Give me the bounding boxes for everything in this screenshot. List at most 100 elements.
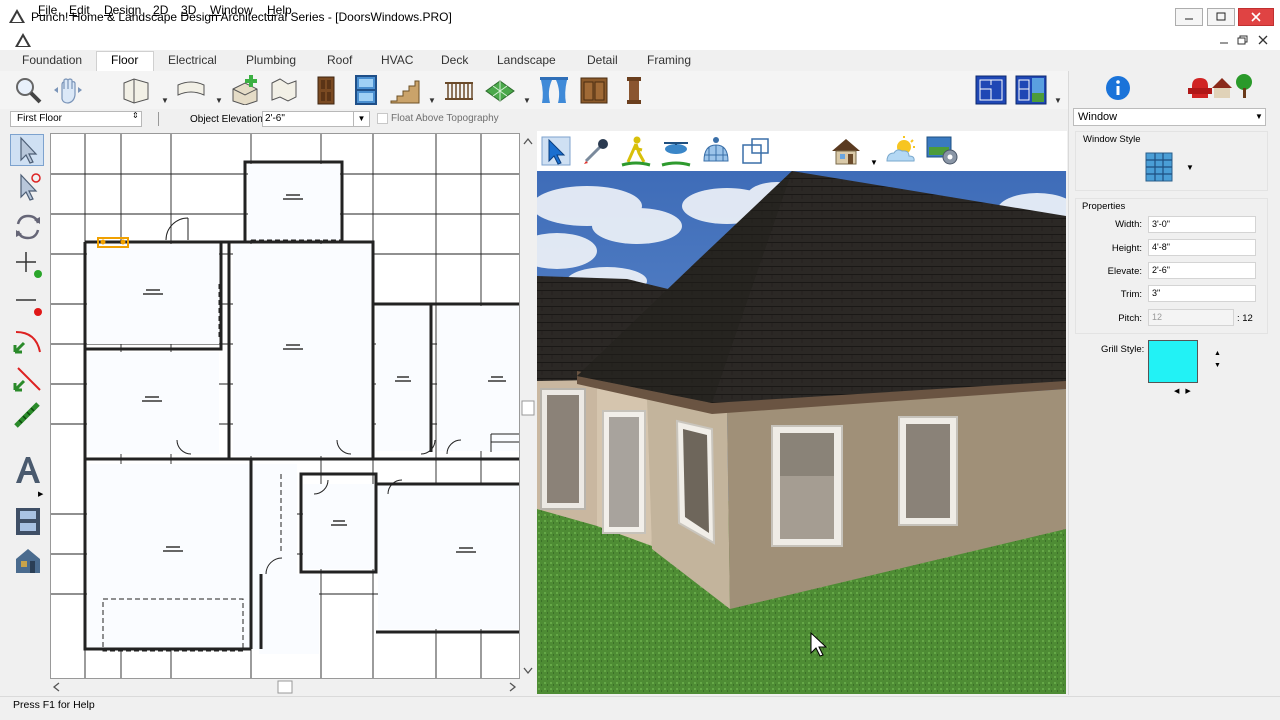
object-type-dropdown-icon[interactable]: ▼ bbox=[1255, 112, 1263, 121]
rotate-icon[interactable] bbox=[12, 212, 44, 242]
height-input[interactable]: 4'-8" bbox=[1148, 239, 1256, 256]
floor-pattern-icon[interactable] bbox=[484, 75, 516, 105]
cabinet-icon[interactable] bbox=[578, 75, 610, 105]
render-view-icon[interactable] bbox=[740, 135, 772, 167]
object-elevation-dropdown-icon[interactable]: ▼ bbox=[353, 112, 369, 126]
zoom-icon[interactable] bbox=[12, 75, 44, 105]
curtain-icon[interactable] bbox=[538, 75, 570, 105]
grill-style-arrows-icon[interactable]: ◀▶ bbox=[1174, 387, 1197, 395]
float-above-topography-checkbox[interactable] bbox=[377, 113, 388, 124]
room-icon[interactable] bbox=[229, 75, 261, 105]
menu-file[interactable]: File bbox=[38, 3, 57, 17]
door-icon[interactable] bbox=[310, 75, 342, 105]
split-view-icon[interactable] bbox=[1015, 75, 1047, 105]
house-view-dropdown-icon[interactable]: ▼ bbox=[870, 158, 878, 167]
menu-window[interactable]: Window bbox=[210, 3, 253, 17]
view-dropdown-icon[interactable]: ▼ bbox=[1054, 96, 1062, 105]
3d-house-render[interactable] bbox=[537, 171, 1066, 694]
dimension-tool-icon[interactable] bbox=[12, 400, 44, 430]
delete-point-icon[interactable] bbox=[12, 288, 44, 318]
tab-deck[interactable]: Deck bbox=[441, 53, 468, 67]
document-icon bbox=[15, 33, 31, 47]
add-point-icon[interactable] bbox=[12, 250, 44, 280]
tab-foundation[interactable]: Foundation bbox=[22, 53, 82, 67]
select-arrow-icon[interactable] bbox=[12, 135, 44, 165]
pan-icon[interactable] bbox=[52, 75, 84, 105]
grill-style-label: Grill Style: bbox=[1101, 344, 1145, 355]
tab-landscape[interactable]: Landscape bbox=[497, 53, 556, 67]
floor-plan-view[interactable] bbox=[50, 133, 520, 679]
close-icon bbox=[1251, 12, 1261, 22]
select-multiple-icon[interactable] bbox=[12, 172, 44, 202]
arc-tool-icon[interactable] bbox=[12, 326, 44, 356]
curved-wall-dropdown-icon[interactable]: ▼ bbox=[215, 96, 223, 105]
window-style-dropdown-icon[interactable]: ▼ bbox=[1186, 163, 1194, 172]
tab-hvac[interactable]: HVAC bbox=[381, 53, 413, 67]
plan-view-icon[interactable] bbox=[975, 75, 1007, 105]
furniture-library-icon[interactable] bbox=[1186, 72, 1256, 100]
object-type-select[interactable]: Window bbox=[1073, 108, 1266, 126]
stairs-dropdown-icon[interactable]: ▼ bbox=[428, 96, 436, 105]
floor-pattern-dropdown-icon[interactable]: ▼ bbox=[523, 96, 531, 105]
elevate-value: 2'-6" bbox=[1152, 265, 1170, 275]
width-input[interactable]: 3'-0" bbox=[1148, 216, 1256, 233]
tab-detail[interactable]: Detail bbox=[587, 53, 618, 67]
elevate-input[interactable]: 2'-6" bbox=[1148, 262, 1256, 279]
tab-floor[interactable]: Floor bbox=[111, 53, 138, 67]
plan-horizontal-scrollbar[interactable] bbox=[50, 679, 520, 695]
window-icon[interactable] bbox=[350, 75, 382, 105]
railing-icon[interactable] bbox=[443, 75, 475, 105]
minimize-button[interactable] bbox=[1175, 8, 1203, 26]
text-tool-icon[interactable] bbox=[12, 455, 44, 485]
window-style-label: Window Style bbox=[1083, 134, 1141, 145]
building-view-icon[interactable] bbox=[12, 545, 44, 575]
menu-help[interactable]: Help bbox=[267, 3, 292, 17]
aerial-icon[interactable] bbox=[660, 135, 692, 167]
menu-edit[interactable]: Edit bbox=[69, 3, 90, 17]
polyline-room-icon[interactable] bbox=[268, 75, 300, 105]
floor-plan-drawing[interactable] bbox=[51, 134, 520, 679]
pitch-input[interactable]: 12 bbox=[1148, 309, 1234, 326]
text-tool-flyout-icon[interactable]: ▶ bbox=[38, 490, 43, 498]
restore-button[interactable] bbox=[1207, 8, 1235, 26]
orbit-icon[interactable] bbox=[700, 135, 732, 167]
break-line-icon[interactable] bbox=[12, 364, 44, 394]
plan-vertical-scrollbar[interactable] bbox=[520, 133, 536, 679]
render-settings-icon[interactable] bbox=[925, 135, 959, 167]
walkthrough-icon[interactable] bbox=[620, 135, 652, 167]
pitch-suffix: : 12 bbox=[1237, 313, 1253, 324]
tab-plumbing[interactable]: Plumbing bbox=[246, 53, 296, 67]
mdi-close-icon[interactable] bbox=[1256, 34, 1270, 46]
window-style-thumbnail[interactable] bbox=[1145, 152, 1173, 182]
trim-value: 3" bbox=[1152, 288, 1161, 298]
menu-design[interactable]: Design bbox=[104, 3, 141, 17]
info-icon[interactable] bbox=[1104, 74, 1132, 102]
film-strip-icon[interactable] bbox=[12, 506, 44, 536]
menu-2d[interactable]: 2D bbox=[153, 3, 168, 17]
tab-roof[interactable]: Roof bbox=[327, 53, 352, 67]
properties-label: Properties bbox=[1082, 201, 1126, 212]
close-button[interactable] bbox=[1238, 8, 1274, 26]
grill-style-swatch[interactable] bbox=[1148, 340, 1198, 383]
menu-3d[interactable]: 3D bbox=[181, 3, 196, 17]
tab-electrical[interactable]: Electrical bbox=[168, 53, 217, 67]
wall-dropdown-icon[interactable]: ▼ bbox=[161, 96, 169, 105]
mdi-minimize-icon[interactable] bbox=[1217, 34, 1231, 46]
house-view-icon[interactable] bbox=[830, 135, 862, 167]
select-3d-icon[interactable] bbox=[540, 135, 572, 167]
app-logo-icon bbox=[9, 9, 25, 23]
column-icon[interactable] bbox=[618, 75, 650, 105]
lighting-icon[interactable] bbox=[884, 135, 918, 167]
3d-view[interactable] bbox=[537, 171, 1066, 694]
grill-style-spinner-icon[interactable]: ▲ ▼ bbox=[1214, 348, 1221, 372]
mdi-restore-icon[interactable] bbox=[1236, 34, 1250, 46]
stairs-icon[interactable] bbox=[389, 75, 421, 105]
tab-framing[interactable]: Framing bbox=[647, 53, 691, 67]
floor-select[interactable]: First Floor bbox=[10, 111, 142, 127]
trim-input[interactable]: 3" bbox=[1148, 285, 1256, 302]
floor-select-spin-icon[interactable]: ⇕ bbox=[132, 111, 139, 120]
elevate-label: Elevate: bbox=[1107, 266, 1142, 277]
eyedropper-icon[interactable] bbox=[580, 135, 612, 167]
curved-wall-icon[interactable] bbox=[175, 75, 207, 105]
wall-icon[interactable] bbox=[120, 75, 152, 105]
